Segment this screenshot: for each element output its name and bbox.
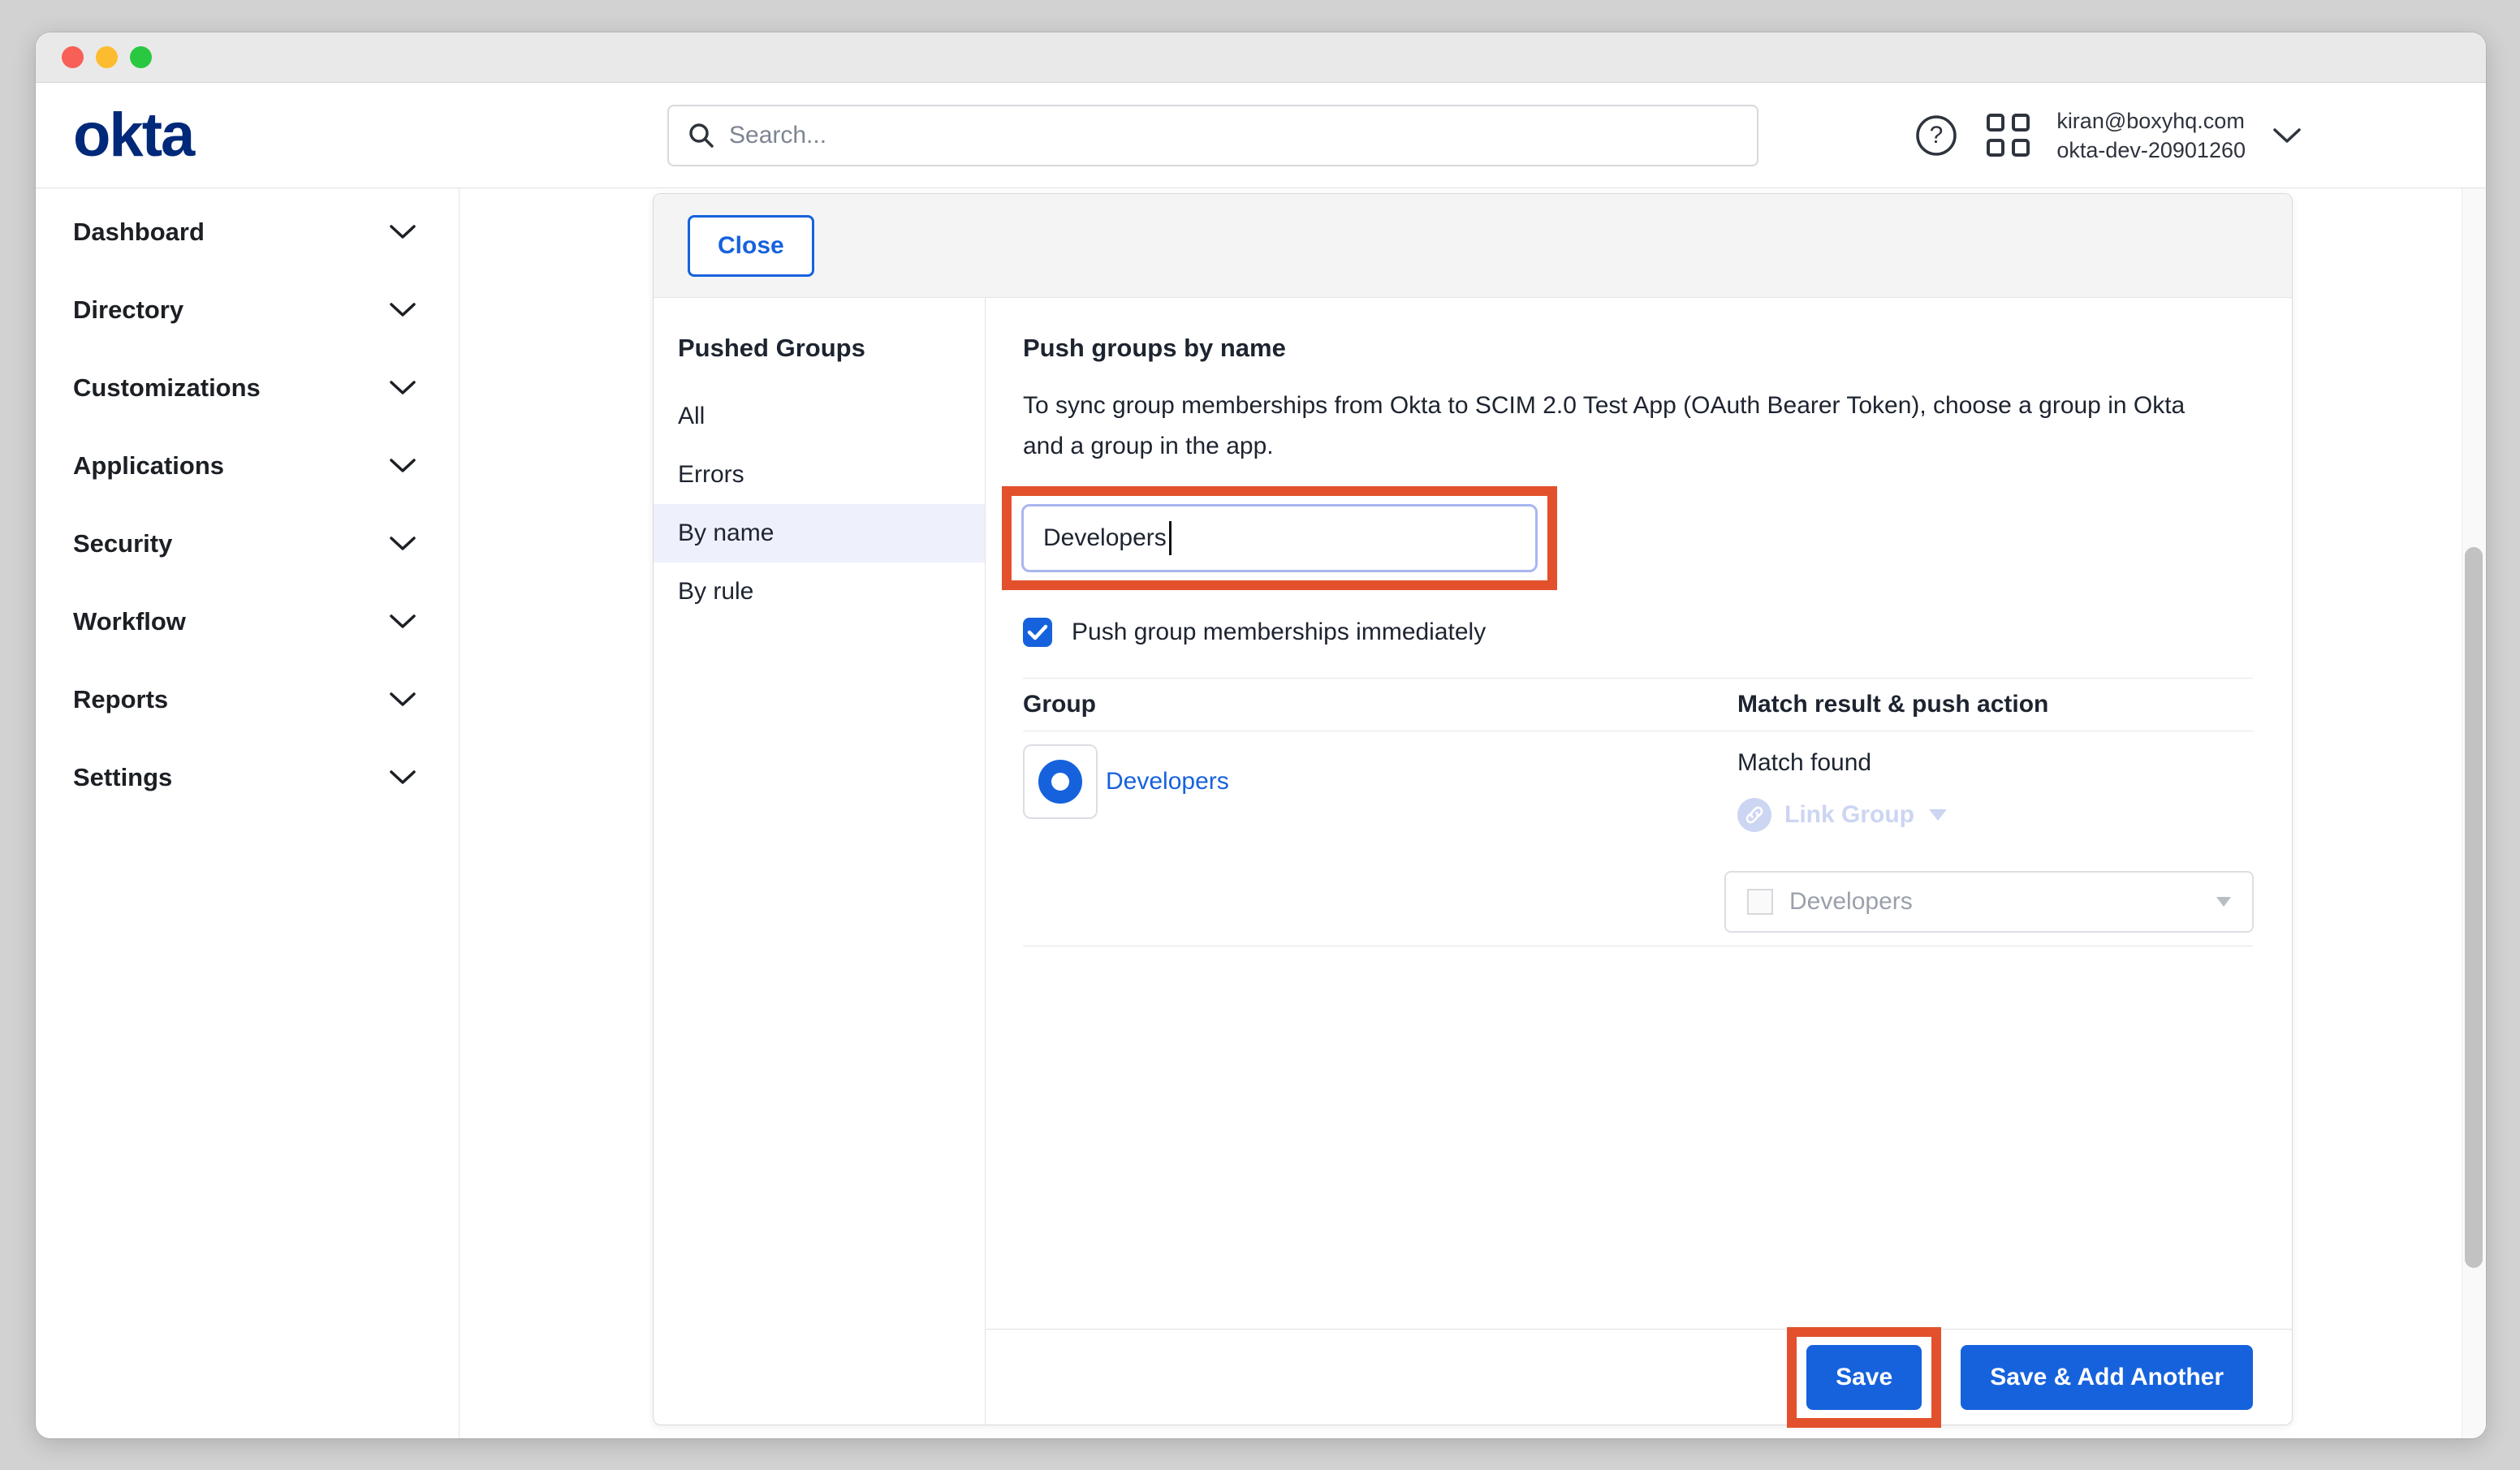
save-add-another-button[interactable]: Save & Add Another: [1961, 1345, 2253, 1410]
window-zoom-button[interactable]: [130, 46, 152, 68]
save-annotation-highlight: Save: [1787, 1327, 1941, 1428]
section-heading: Push groups by name: [1023, 334, 2253, 363]
account-org: okta-dev-20901260: [2056, 136, 2246, 165]
pushed-groups-title: Pushed Groups: [654, 334, 985, 363]
group-icon: [1023, 744, 1098, 819]
nav-item-by-name[interactable]: By name: [654, 504, 985, 563]
group-name-input[interactable]: Developers: [1021, 504, 1538, 572]
section-description: To sync group memberships from Okta to S…: [1023, 386, 2224, 467]
dialog-header: Close: [654, 194, 2292, 298]
browser-window: okta ? kiran@boxyhq.com: [36, 32, 2486, 1438]
nav-item-all[interactable]: All: [654, 387, 985, 446]
app-header: okta ? kiran@boxyhq.com: [36, 83, 2486, 188]
chevron-down-icon: [389, 769, 416, 786]
sidebar-item-settings[interactable]: Settings: [36, 739, 459, 817]
search-icon: [687, 121, 716, 150]
dialog-content: Push groups by name To sync group member…: [986, 298, 2292, 1329]
search-input[interactable]: [729, 122, 1739, 149]
chevron-down-icon: [389, 692, 416, 708]
content-area: Close Pushed Groups All Errors By name B…: [460, 188, 2486, 1438]
chevron-down-icon: [389, 614, 416, 630]
okta-logo[interactable]: okta: [73, 105, 193, 166]
page-scrollbar-thumb[interactable]: [2465, 547, 2483, 1268]
chevron-down-icon: [389, 380, 416, 396]
sidebar-nav: Dashboard Directory Customizations Appli…: [36, 188, 460, 1438]
chevron-down-icon: [389, 224, 416, 240]
svg-text:?: ?: [1930, 122, 1944, 149]
chevron-down-icon: [389, 458, 416, 474]
select-caret-icon: [2216, 897, 2231, 907]
dialog-footer: Save Save & Add Another: [986, 1329, 2292, 1425]
chevron-down-icon: [389, 536, 416, 552]
save-button[interactable]: Save: [1806, 1345, 1922, 1410]
sidebar-item-directory[interactable]: Directory: [36, 271, 459, 349]
table-row: Developers Match found: [1023, 731, 2253, 946]
sidebar-item-dashboard[interactable]: Dashboard: [36, 193, 459, 271]
sidebar-item-security[interactable]: Security: [36, 505, 459, 583]
chevron-down-icon: [389, 302, 416, 318]
account-chevron-down-icon[interactable]: [2272, 126, 2302, 145]
target-group-select[interactable]: Developers: [1724, 871, 2254, 933]
text-cursor: [1169, 521, 1172, 555]
close-button[interactable]: Close: [688, 215, 814, 277]
window-minimize-button[interactable]: [96, 46, 118, 68]
group-name-input-value: Developers: [1043, 524, 1167, 552]
push-groups-dialog: Close Pushed Groups All Errors By name B…: [653, 193, 2293, 1425]
page-scrollbar-track[interactable]: [2462, 188, 2486, 1438]
column-header-group: Group: [1023, 691, 1737, 718]
account-menu[interactable]: kiran@boxyhq.com okta-dev-20901260: [2056, 106, 2246, 165]
window-close-button[interactable]: [62, 46, 84, 68]
push-immediately-label: Push group memberships immediately: [1072, 619, 1486, 646]
input-annotation-highlight: Developers: [1002, 486, 1557, 590]
nav-item-by-rule[interactable]: By rule: [654, 563, 985, 621]
target-group-value: Developers: [1789, 888, 2200, 916]
group-link[interactable]: Developers: [1106, 768, 1229, 795]
link-icon: [1737, 798, 1771, 832]
help-icon[interactable]: ?: [1914, 113, 1959, 158]
sidebar-item-applications[interactable]: Applications: [36, 427, 459, 505]
sidebar-item-workflow[interactable]: Workflow: [36, 583, 459, 661]
global-search[interactable]: [667, 105, 1758, 166]
push-immediately-checkbox[interactable]: [1023, 618, 1052, 647]
sidebar-item-reports[interactable]: Reports: [36, 661, 459, 739]
match-status: Match found: [1737, 749, 1871, 777]
nav-item-errors[interactable]: Errors: [654, 446, 985, 504]
sidebar-item-customizations[interactable]: Customizations: [36, 349, 459, 427]
apps-grid-icon[interactable]: [1985, 113, 2030, 158]
main-area: Dashboard Directory Customizations Appli…: [36, 188, 2486, 1438]
column-header-match: Match result & push action: [1737, 691, 2253, 718]
link-group-caret-icon: [1929, 809, 1947, 821]
target-group-thumbnail: [1747, 889, 1773, 915]
link-group-label: Link Group: [1784, 801, 1914, 829]
account-email: kiran@boxyhq.com: [2056, 106, 2246, 136]
link-group-button[interactable]: Link Group: [1737, 798, 1947, 832]
group-match-table: Group Match result & push action Develop…: [1023, 678, 2253, 946]
window-titlebar: [36, 32, 2486, 83]
pushed-groups-nav: Pushed Groups All Errors By name By rule: [654, 298, 986, 1425]
